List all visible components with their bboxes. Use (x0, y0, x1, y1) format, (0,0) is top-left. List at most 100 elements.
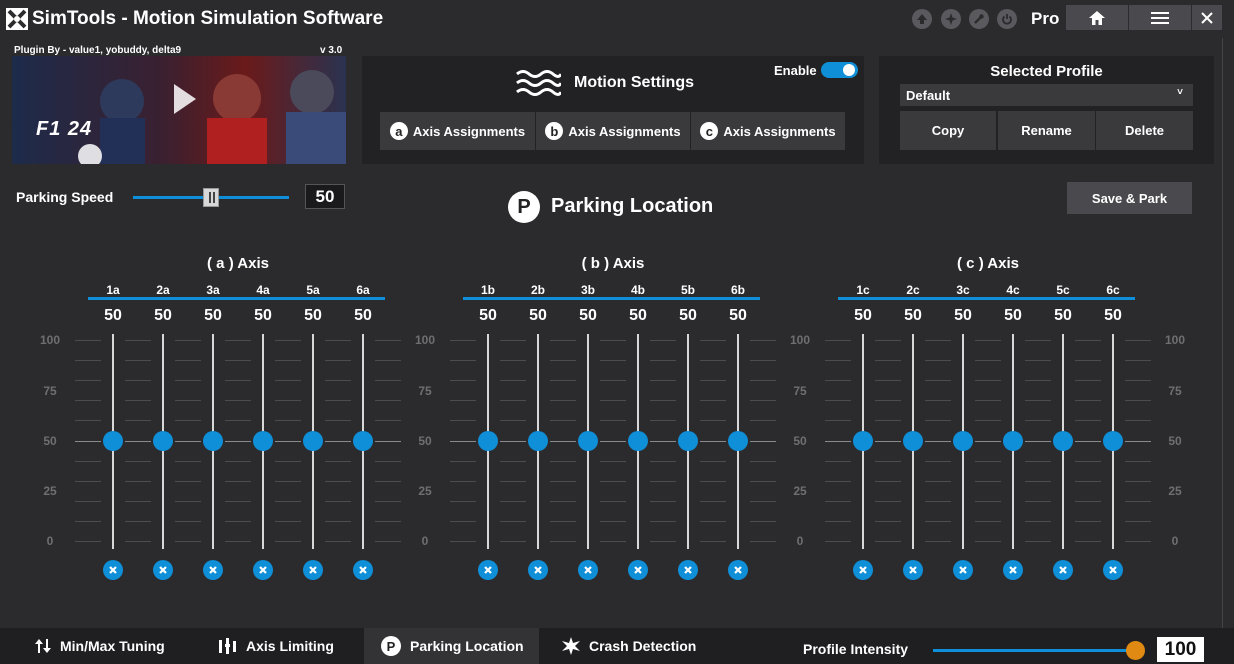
reset-channel-button-6a[interactable] (353, 560, 373, 580)
axis-assignments-c-button[interactable]: c Axis Assignments (691, 112, 845, 150)
channel-slider-knob-6c[interactable] (1103, 430, 1123, 451)
tab-parking-location[interactable]: P Parking Location (364, 628, 539, 664)
tab-label: Crash Detection (589, 638, 697, 654)
channel-slider-knob-2c[interactable] (903, 430, 923, 451)
grid-line (600, 541, 626, 542)
home-button[interactable] (1066, 5, 1128, 30)
copy-profile-button[interactable]: Copy (900, 111, 996, 150)
badge-b-icon: b (545, 122, 564, 140)
reset-channel-button-2c[interactable] (903, 560, 923, 580)
channel-slider-knob-5c[interactable] (1053, 430, 1073, 451)
scale-tick-label: 100 (39, 333, 61, 347)
grid-line (700, 500, 726, 502)
close-icon (159, 566, 167, 574)
grid-line (1125, 360, 1151, 362)
crash-icon (562, 637, 580, 655)
reset-channel-button-1a[interactable] (103, 560, 123, 580)
reset-channel-button-1c[interactable] (853, 560, 873, 580)
close-icon (209, 566, 217, 574)
parking-speed-value[interactable]: 50 (305, 184, 345, 209)
channel-label-2c: 2c (906, 283, 920, 297)
reset-channel-button-4b[interactable] (628, 560, 648, 580)
channel-slider-knob-4b[interactable] (628, 430, 648, 451)
grid-line (125, 460, 151, 462)
parking-location-title: Parking Location (551, 195, 714, 217)
grid-line (925, 420, 951, 422)
grid-line (750, 340, 776, 341)
grid-line (875, 440, 901, 442)
profile-intensity-value[interactable]: 100 (1157, 637, 1204, 662)
axis-assignments-a-button[interactable]: a Axis Assignments (380, 112, 535, 150)
grid-line (700, 520, 726, 522)
grid-line (1075, 541, 1101, 542)
grid-line (275, 520, 301, 522)
channel-slider-knob-5b[interactable] (678, 430, 698, 451)
reset-channel-button-4a[interactable] (253, 560, 273, 580)
channel-slider-knob-1b[interactable] (478, 430, 498, 451)
up-arrow-icon[interactable] (912, 9, 932, 29)
parking-speed-slider-thumb[interactable] (203, 188, 219, 207)
star-icon[interactable] (941, 9, 961, 29)
reset-channel-button-1b[interactable] (478, 560, 498, 580)
grid-line (225, 400, 251, 402)
channel-slider-knob-3a[interactable] (203, 430, 223, 451)
grid-line (500, 400, 526, 402)
reset-channel-button-2b[interactable] (528, 560, 548, 580)
channel-slider-knob-1a[interactable] (103, 430, 123, 451)
reset-channel-button-3b[interactable] (578, 560, 598, 580)
profile-dropdown[interactable]: Default ˅ (900, 84, 1193, 106)
power-icon[interactable] (997, 9, 1017, 29)
grid-line (550, 420, 576, 422)
close-button[interactable] (1192, 5, 1222, 30)
game-banner-image[interactable]: F1 24 (12, 56, 346, 164)
channel-slider-knob-2b[interactable] (528, 430, 548, 451)
rename-profile-button[interactable]: Rename (998, 111, 1095, 150)
channel-slider-knob-6a[interactable] (353, 430, 373, 451)
channel-slider-knob-1c[interactable] (853, 430, 873, 451)
channel-slider-knob-4a[interactable] (253, 430, 273, 451)
tab-min-max-tuning[interactable]: Min/Max Tuning (35, 628, 165, 664)
channel-slider-knob-4c[interactable] (1003, 430, 1023, 451)
grid-line (650, 340, 676, 341)
grid-line (325, 500, 351, 502)
reset-channel-button-5c[interactable] (1053, 560, 1073, 580)
axis-group-title: ( c ) Axis (957, 255, 1019, 272)
delete-profile-button[interactable]: Delete (1096, 111, 1193, 150)
grid-line (600, 520, 626, 522)
close-icon (484, 566, 492, 574)
grid-line (650, 400, 676, 402)
profile-intensity-slider-track[interactable] (933, 649, 1136, 652)
menu-button[interactable] (1129, 5, 1191, 30)
tab-crash-detection[interactable]: Crash Detection (562, 628, 696, 664)
reset-channel-button-5a[interactable] (303, 560, 323, 580)
channel-value-3a: 50 (204, 307, 222, 324)
tab-axis-limiting[interactable]: Axis Limiting (219, 628, 334, 664)
channel-slider-knob-6b[interactable] (728, 430, 748, 451)
axis-assignments-b-button[interactable]: b Axis Assignments (536, 112, 690, 150)
grid-line (225, 500, 251, 502)
channel-slider-knob-3c[interactable] (953, 430, 973, 451)
grid-line (75, 420, 101, 422)
channel-slider-knob-5a[interactable] (303, 430, 323, 451)
tab-label: Parking Location (410, 638, 524, 654)
reset-channel-button-6b[interactable] (728, 560, 748, 580)
channel-label-3a: 3a (206, 283, 220, 297)
grid-line (325, 460, 351, 462)
wrench-icon[interactable] (969, 9, 989, 29)
channel-slider-knob-2a[interactable] (153, 430, 173, 451)
axis-assignments-label: Axis Assignments (723, 123, 836, 139)
reset-channel-button-2a[interactable] (153, 560, 173, 580)
reset-channel-button-4c[interactable] (1003, 560, 1023, 580)
save-and-park-button[interactable]: Save & Park (1067, 182, 1192, 214)
reset-channel-button-6c[interactable] (1103, 560, 1123, 580)
profile-intensity-slider-thumb[interactable] (1126, 641, 1145, 660)
enable-toggle[interactable] (821, 62, 858, 78)
channel-slider-knob-3b[interactable] (578, 430, 598, 451)
axis-limit-icon (219, 638, 237, 654)
reset-channel-button-3c[interactable] (953, 560, 973, 580)
channel-value-4a: 50 (254, 307, 272, 324)
reset-channel-button-3a[interactable] (203, 560, 223, 580)
reset-channel-button-5b[interactable] (678, 560, 698, 580)
channel-value-1a: 50 (104, 307, 122, 324)
grid-line (1025, 500, 1051, 502)
